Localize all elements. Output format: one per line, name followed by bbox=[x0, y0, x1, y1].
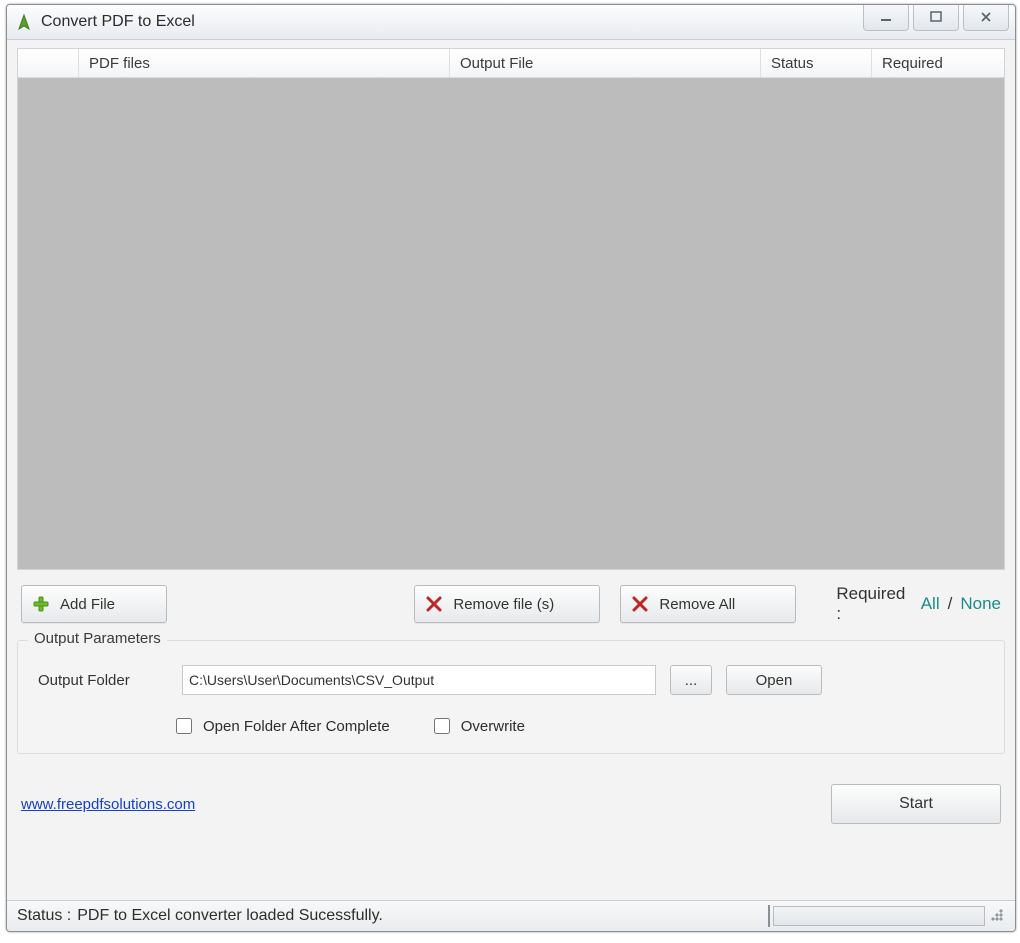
status-message: PDF to Excel converter loaded Sucessfull… bbox=[77, 907, 383, 925]
close-button[interactable] bbox=[963, 4, 1009, 31]
required-none-link[interactable]: None bbox=[960, 594, 1001, 614]
column-status[interactable]: Status bbox=[761, 49, 872, 77]
maximize-icon bbox=[929, 10, 943, 24]
titlebar: Convert PDF to Excel bbox=[7, 5, 1015, 40]
open-folder-button[interactable]: Open bbox=[726, 665, 822, 695]
overwrite-checkbox[interactable]: Overwrite bbox=[430, 715, 525, 737]
column-output-file[interactable]: Output File bbox=[450, 49, 761, 77]
file-table-header: PDF files Output File Status Required bbox=[18, 49, 1004, 78]
website-link[interactable]: www.freepdfsolutions.com bbox=[21, 796, 195, 813]
status-bar: Status : PDF to Excel converter loaded S… bbox=[7, 900, 1015, 931]
open-after-complete-checkbox[interactable]: Open Folder After Complete bbox=[172, 715, 390, 737]
output-folder-input[interactable] bbox=[182, 665, 656, 695]
action-row: Add File Remove file (s) Remove All Requ… bbox=[17, 584, 1005, 624]
required-all-link[interactable]: All bbox=[921, 594, 940, 614]
bottom-row: www.freepdfsolutions.com Start bbox=[17, 784, 1005, 836]
open-after-complete-input[interactable] bbox=[176, 718, 192, 734]
app-icon bbox=[15, 13, 33, 31]
remove-all-label: Remove All bbox=[659, 596, 735, 613]
column-pdf-files[interactable]: PDF files bbox=[79, 49, 450, 77]
maximize-button[interactable] bbox=[913, 4, 959, 31]
output-folder-row: Output Folder ... Open bbox=[32, 665, 990, 695]
output-options-row: Open Folder After Complete Overwrite bbox=[32, 715, 990, 737]
output-folder-label: Output Folder bbox=[32, 672, 168, 689]
client-area: PDF files Output File Status Required Ad… bbox=[7, 40, 1015, 900]
file-table[interactable]: PDF files Output File Status Required bbox=[17, 48, 1005, 570]
status-prefix: Status : bbox=[17, 907, 71, 925]
window-title: Convert PDF to Excel bbox=[41, 13, 195, 31]
remove-all-button[interactable]: Remove All bbox=[620, 585, 796, 623]
plus-icon bbox=[32, 595, 50, 613]
overwrite-label: Overwrite bbox=[461, 718, 525, 735]
output-parameters-title: Output Parameters bbox=[28, 630, 167, 647]
window-controls bbox=[863, 5, 1015, 39]
x-icon bbox=[425, 595, 443, 613]
overwrite-input[interactable] bbox=[434, 718, 450, 734]
column-required[interactable]: Required bbox=[872, 49, 982, 77]
app-window: Convert PDF to Excel PDF files Output Fi… bbox=[6, 4, 1016, 932]
required-label: Required : bbox=[836, 584, 912, 624]
remove-files-button[interactable]: Remove file (s) bbox=[414, 585, 600, 623]
start-button[interactable]: Start bbox=[831, 784, 1001, 824]
file-table-body[interactable] bbox=[18, 78, 1004, 568]
add-file-label: Add File bbox=[60, 596, 115, 613]
output-parameters-group: Output Parameters Output Folder ... Open… bbox=[17, 640, 1005, 754]
close-icon bbox=[979, 10, 993, 24]
open-after-complete-label: Open Folder After Complete bbox=[203, 718, 390, 735]
required-group: Required : All / None bbox=[836, 584, 1001, 624]
browse-button[interactable]: ... bbox=[670, 665, 712, 695]
minimize-icon bbox=[879, 10, 893, 24]
required-separator: / bbox=[948, 594, 953, 614]
minimize-button[interactable] bbox=[863, 4, 909, 31]
resize-grip-icon[interactable] bbox=[991, 909, 1005, 923]
add-file-button[interactable]: Add File bbox=[21, 585, 167, 623]
x-icon bbox=[631, 595, 649, 613]
remove-files-label: Remove file (s) bbox=[453, 596, 554, 613]
column-select[interactable] bbox=[18, 49, 79, 77]
progress-bar bbox=[773, 906, 985, 926]
